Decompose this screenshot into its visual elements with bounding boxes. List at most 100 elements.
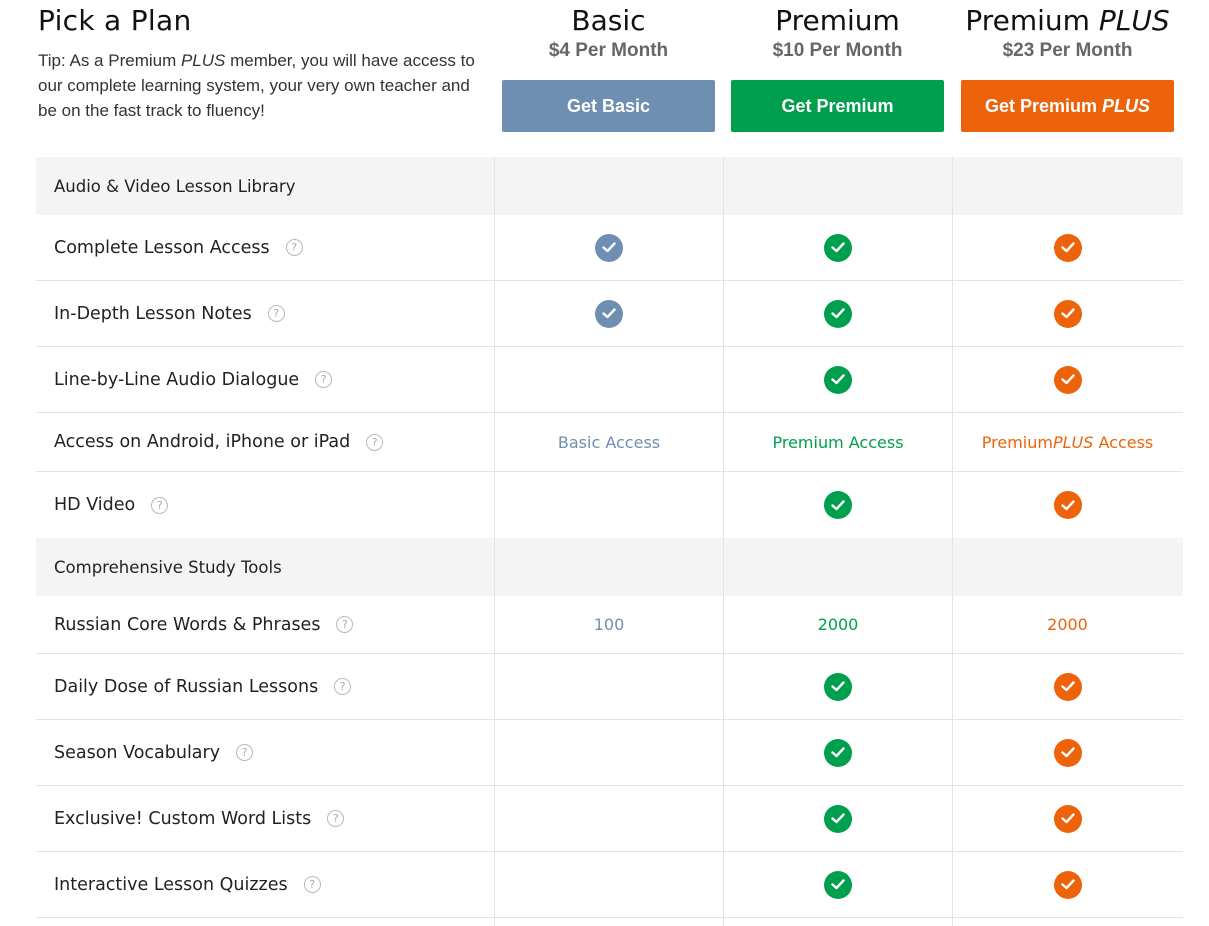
checkmark-circle-icon	[1053, 365, 1082, 394]
section-cell	[494, 157, 723, 215]
get-premium-plus-button[interactable]: Get Premium PLUS	[961, 80, 1174, 132]
question-circle-icon[interactable]: ?	[334, 678, 352, 695]
basic-cell	[494, 472, 723, 538]
feature-label: Exclusive! Custom Word Lists?	[36, 786, 494, 851]
section-cell	[952, 157, 1182, 215]
plus-access-suffix: Access	[1093, 432, 1154, 452]
checkmark-circle-icon	[824, 870, 852, 899]
section-cell	[952, 538, 1182, 596]
page-title: Pick a Plan	[38, 4, 192, 37]
premium-cell: Premium Access	[723, 413, 952, 471]
feature-name: HD Video	[54, 495, 136, 515]
checkmark-circle-icon	[595, 233, 623, 262]
checkmark-circle-icon	[1053, 870, 1082, 899]
plus-cell: Premium PLUS Access	[952, 413, 1182, 471]
plan-price-plus: $23 Per Month	[1002, 40, 1133, 61]
basic-cell	[494, 720, 723, 785]
section-cell	[494, 538, 723, 596]
feature-label: Access on Android, iPhone or iPad?	[36, 413, 494, 471]
comparison-table: Audio & Video Lesson Library Complete Le…	[36, 157, 1183, 926]
checkmark-circle-icon	[824, 365, 852, 394]
basic-cell	[494, 281, 723, 346]
plan-name-plus-prefix: Premium	[965, 4, 1099, 37]
plan-header-basic: Basic $4 Per Month	[502, 4, 715, 64]
plan-price-basic: $4 Per Month	[548, 40, 669, 61]
basic-cell	[494, 852, 723, 917]
section-header: Audio & Video Lesson Library	[36, 157, 1183, 215]
section-header: Comprehensive Study Tools	[36, 538, 1183, 596]
checkmark-circle-icon	[1053, 491, 1082, 519]
basic-cell: 100	[494, 596, 723, 653]
feature-label: Interactive Lesson Quizzes?	[36, 852, 494, 917]
feature-name: Season Vocabulary	[54, 742, 221, 763]
plus-cell	[952, 215, 1182, 280]
feature-name: Daily Dose of Russian Lessons	[54, 676, 319, 697]
question-circle-icon[interactable]: ?	[315, 371, 333, 388]
premium-cell	[723, 215, 952, 280]
plus-cell	[952, 720, 1182, 785]
table-row: Complete Lesson Access?	[36, 215, 1183, 281]
section-cell	[723, 157, 952, 215]
feature-name: In-Depth Lesson Notes	[54, 303, 252, 324]
table-row: HD Video?	[36, 472, 1183, 538]
get-basic-button[interactable]: Get Basic	[502, 80, 715, 132]
feature-label: HD Video?	[36, 472, 494, 538]
plan-header-premium: Premium $10 Per Month	[731, 4, 944, 64]
question-circle-icon[interactable]: ?	[336, 616, 354, 633]
plus-cell	[952, 472, 1182, 538]
plus-cell	[952, 347, 1182, 412]
premium-cell	[723, 654, 952, 719]
table-row: Russian Core Words & Phrases? 100 2000 2…	[36, 596, 1183, 654]
premium-cell	[723, 281, 952, 346]
table-row: Exclusive! Custom Word Lists?	[36, 786, 1183, 852]
table-row: Access on Android, iPhone or iPad? Basic…	[36, 413, 1183, 472]
checkmark-circle-icon	[824, 672, 852, 701]
feature-name: Exclusive! Custom Word Lists	[54, 808, 312, 829]
feature-label: Daily Dose of Russian Lessons?	[36, 654, 494, 719]
premium-cell: 2000	[723, 596, 952, 653]
question-circle-icon[interactable]: ?	[303, 876, 321, 893]
checkmark-circle-icon	[824, 738, 852, 767]
checkmark-circle-icon	[1053, 672, 1082, 701]
checkmark-circle-icon	[1053, 804, 1082, 833]
section-title: Audio & Video Lesson Library	[54, 176, 296, 196]
get-premium-button[interactable]: Get Premium	[731, 80, 944, 132]
checkmark-circle-icon	[1053, 738, 1082, 767]
plan-name-plus: Premium PLUS	[961, 4, 1174, 38]
question-circle-icon[interactable]: ?	[236, 744, 254, 761]
plus-access-prefix: Premium	[981, 432, 1053, 452]
pricing-page: Pick a Plan Tip: As a Premium PLUS membe…	[0, 0, 1209, 926]
tip-plus: PLUS	[180, 51, 226, 70]
table-row: Interactive Lesson Quizzes?	[36, 852, 1183, 918]
plus-access-em: PLUS	[1052, 432, 1094, 452]
question-circle-icon[interactable]: ?	[267, 305, 285, 322]
question-circle-icon[interactable]: ?	[151, 496, 169, 514]
feature-label: In-Depth Lesson Notes?	[36, 281, 494, 346]
feature-name: Interactive Lesson Quizzes	[54, 874, 288, 895]
section-cell	[723, 538, 952, 596]
premium-cell	[723, 786, 952, 851]
section-title: Comprehensive Study Tools	[54, 557, 282, 577]
basic-cell	[494, 918, 723, 926]
feature-label: Line-by-Line Audio Dialogue?	[36, 347, 494, 412]
question-circle-icon[interactable]: ?	[285, 239, 303, 256]
premium-cell	[723, 852, 952, 917]
tip-text: Tip: As a Premium PLUS member, you will …	[38, 48, 488, 123]
table-row: In-Depth Lesson Notes?	[36, 281, 1183, 347]
feature-name: Line-by-Line Audio Dialogue	[54, 369, 300, 390]
checkmark-circle-icon	[824, 299, 852, 328]
get-plus-em: PLUS	[1102, 95, 1151, 116]
feature-name: Access on Android, iPhone or iPad	[54, 432, 351, 452]
checkmark-circle-icon	[595, 299, 623, 328]
question-circle-icon[interactable]: ?	[327, 810, 345, 827]
tip-prefix: Tip: As a Premium	[38, 51, 181, 70]
premium-cell	[723, 720, 952, 785]
plan-name-plus-em: PLUS	[1098, 4, 1170, 37]
plus-cell	[952, 654, 1182, 719]
basic-cell	[494, 786, 723, 851]
plus-cell	[952, 918, 1182, 926]
premium-cell	[723, 347, 952, 412]
question-circle-icon[interactable]: ?	[366, 433, 384, 451]
feature-name: Complete Lesson Access	[54, 237, 270, 258]
plan-price-premium: $10 Per Month	[772, 40, 903, 61]
